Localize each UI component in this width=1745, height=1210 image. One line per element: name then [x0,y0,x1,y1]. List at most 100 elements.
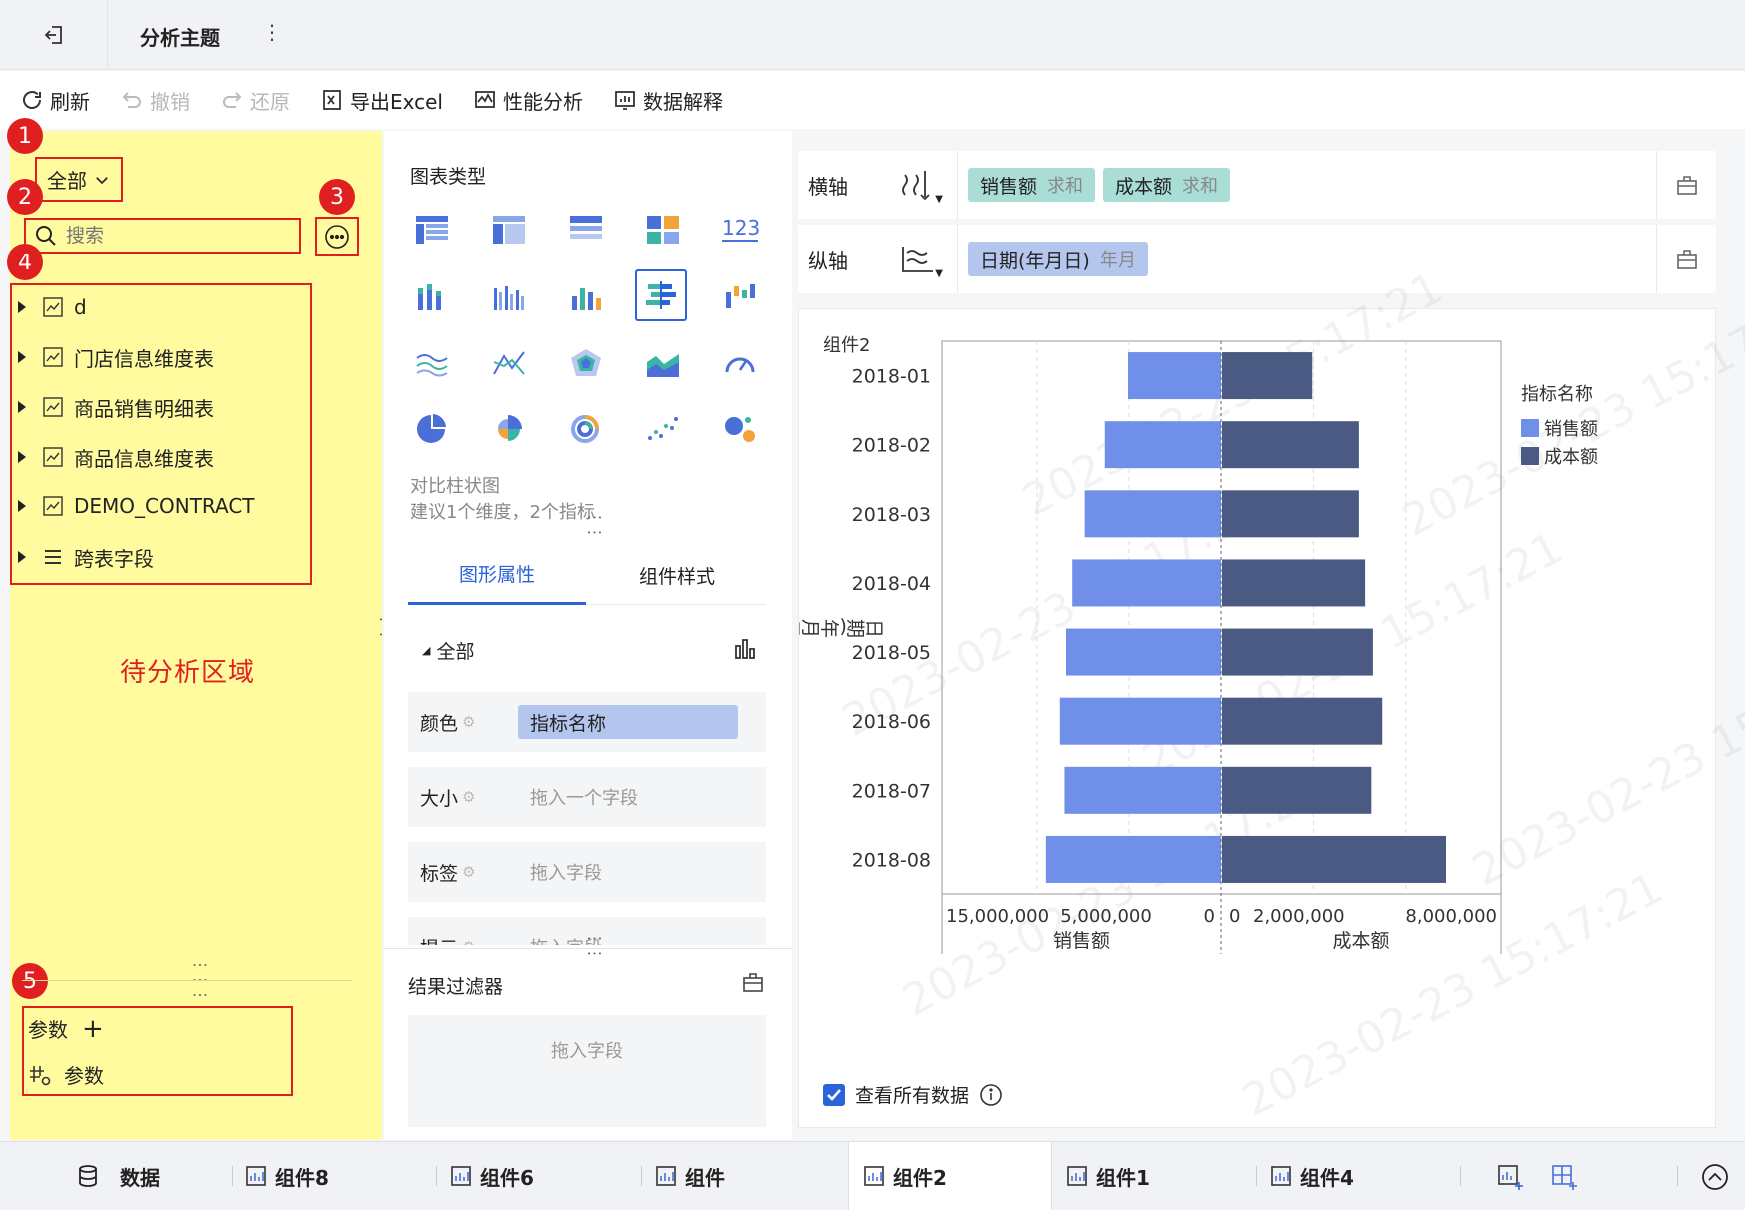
checkmark-icon [827,1088,841,1101]
tab-component-2[interactable]: 组件2 [848,1142,1052,1210]
expand-icon[interactable] [18,351,26,363]
add-param-button[interactable]: + [82,1016,104,1042]
pie-chart-icon[interactable] [406,403,458,455]
y-axis-settings-button[interactable] [1656,225,1716,293]
legend-swatch [1521,419,1539,437]
x-field-agg: 求和 [1047,176,1084,197]
y-field-pill[interactable]: 日期(年月日) 年月 [968,242,1148,276]
top-bar: 分析主题 ⋮ [0,0,1745,70]
tab-component-1[interactable]: 组件1 [1066,1142,1150,1210]
filter-settings-icon[interactable] [741,970,765,994]
y-axis-sort-button[interactable]: ▼ [878,225,958,293]
tab-component-4[interactable]: 组件4 [1270,1142,1354,1210]
refresh-button[interactable]: 刷新 [20,86,90,115]
more-menu-icon[interactable]: ⋮ [262,20,282,44]
gauge-chart-icon[interactable] [714,337,766,389]
tab-graphic-properties[interactable]: 图形属性 [408,545,586,605]
performance-label: 性能分析 [502,89,583,114]
add-component-icon[interactable] [1497,1164,1525,1192]
tree-item-label: 商品信息维度表 [74,446,214,471]
param-item[interactable]: 参数 [28,1060,104,1089]
x-axis-row: 横轴 ▼ 销售额 求和 成本额 求和 [798,151,1716,219]
x-axis-title-cost: 成本额 [1332,930,1389,952]
label-drop-zone[interactable]: 拖入字段 [518,859,602,885]
area-chart-icon[interactable] [637,337,689,389]
gear-icon[interactable]: ⚙ [462,938,475,945]
gear-icon[interactable]: ⚙ [462,713,475,731]
table-chart-icon[interactable] [406,204,458,256]
checkbox[interactable] [823,1083,845,1106]
category-tick-label: 2018-08 [852,849,931,871]
column-chart-icon[interactable] [560,271,612,323]
export-excel-button[interactable]: 导出Excel [320,86,443,115]
tab-component-6[interactable]: 组件6 [450,1142,534,1210]
gear-icon[interactable]: ⚙ [462,788,475,806]
collapse-up-icon[interactable] [1701,1163,1729,1191]
info-icon[interactable] [979,1083,1003,1107]
gear-icon[interactable]: ⚙ [462,863,475,881]
refresh-label: 刷新 [50,89,90,114]
view-all-data-toggle[interactable]: 查看所有数据 [823,1081,1003,1108]
expand-icon[interactable] [18,401,26,413]
stacked-column-icon[interactable] [406,271,458,323]
bar-cost [1222,421,1359,469]
size-drop-zone[interactable]: 拖入一个字段 [518,784,638,810]
x-axis-settings-button[interactable] [1656,151,1716,219]
tab-data[interactable]: 数据 [76,1142,160,1210]
divider [1256,1166,1257,1186]
expand-icon[interactable] [18,551,26,563]
settings-box-icon [1676,250,1697,269]
more-options-button[interactable] [315,217,359,256]
param-item-label: 参数 [64,1064,104,1088]
tree-item[interactable]: 商品信息维度表 [12,437,214,477]
x-field-pill[interactable]: 成本额 求和 [1103,168,1231,202]
number-chart-icon[interactable]: 123 [714,204,766,256]
scope-dropdown[interactable]: 全部 [35,157,123,202]
more-circle-icon [325,224,349,249]
filter-resize-handle[interactable]: ⋮⋮ [586,931,605,961]
exit-button[interactable] [0,0,108,70]
result-filter-drop-zone[interactable]: 拖入字段 [408,1015,766,1127]
property-section-header[interactable]: ◢ 全部 [422,637,474,664]
expand-icon[interactable] [18,301,26,313]
add-dashboard-icon[interactable] [1551,1164,1579,1192]
scatter-chart-icon[interactable] [637,403,689,455]
multi-line-icon[interactable] [483,337,535,389]
tree-item[interactable]: 门店信息维度表 [12,337,214,377]
tree-item[interactable]: 跨表字段 [12,537,154,577]
color-field-pill[interactable]: 指标名称 [518,705,738,739]
tab-component[interactable]: 组件 [655,1142,725,1210]
contrast-bar-icon[interactable] [635,269,687,321]
sunburst-chart-icon[interactable] [560,403,612,455]
chart-type-resize-handle[interactable]: ⋮⋮ [586,510,605,540]
bar-sales [1066,628,1221,676]
cross-table-icon[interactable] [483,204,535,256]
redo-button[interactable]: 还原 [220,86,290,115]
radar-chart-icon[interactable] [560,337,612,389]
performance-button[interactable]: 性能分析 [473,86,583,115]
annotation-1: 1 [7,118,43,154]
expand-icon[interactable] [18,500,26,512]
undo-button[interactable]: 撤销 [120,86,190,115]
grouped-column-icon[interactable] [483,271,535,323]
dataset-icon [43,297,63,317]
waterfall-chart-icon[interactable] [714,271,766,323]
x-field-pill[interactable]: 销售额 求和 [968,168,1096,202]
search-input[interactable] [66,225,266,247]
x-axis-sort-button[interactable]: ▼ [878,151,958,219]
tree-item[interactable]: 商品销售明细表 [12,387,214,427]
tab-component-8[interactable]: 组件8 [245,1142,329,1210]
data-explain-button[interactable]: 数据解释 [613,86,723,115]
kpi-card-icon[interactable] [637,204,689,256]
expand-icon[interactable] [18,451,26,463]
tab-label: 组件2 [893,1165,947,1190]
bubble-chart-icon[interactable] [714,403,766,455]
tree-item[interactable]: d [12,287,87,327]
line-chart-icon[interactable] [406,337,458,389]
rose-chart-icon[interactable] [483,403,535,455]
detail-table-icon[interactable] [560,204,612,256]
bar-chart-icon[interactable] [733,637,757,661]
divider [1460,1166,1461,1186]
tab-component-style[interactable]: 组件样式 [588,545,766,605]
tree-item[interactable]: DEMO_CONTRACT [12,486,255,526]
